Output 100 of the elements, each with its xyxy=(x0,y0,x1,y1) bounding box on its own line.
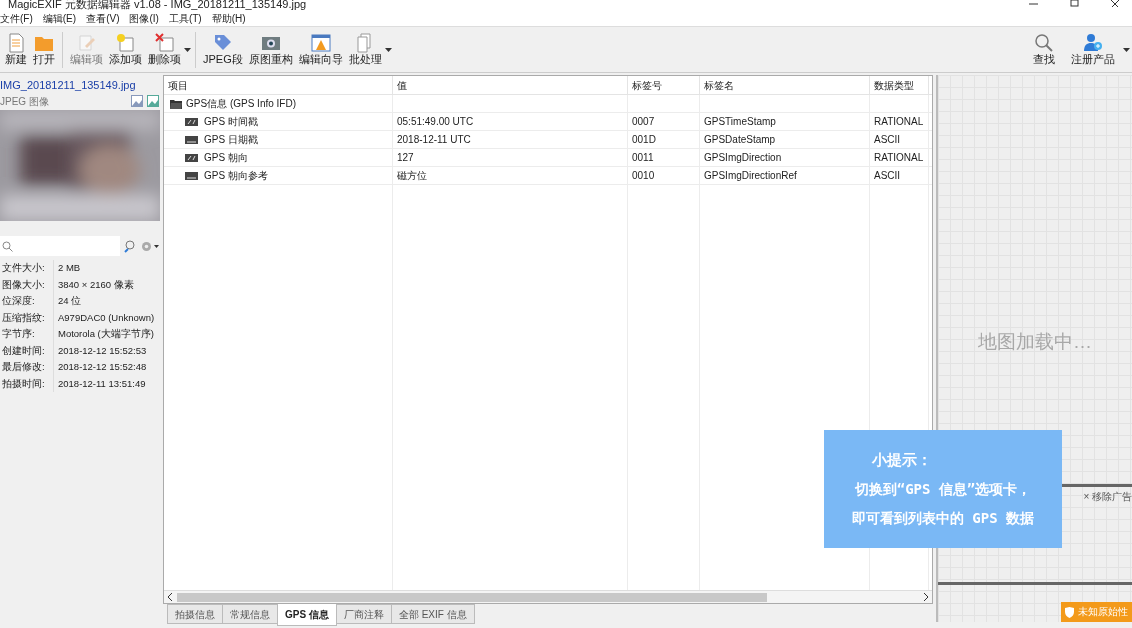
column-header[interactable]: 项目 xyxy=(164,76,393,94)
info-value: 24 位 xyxy=(57,294,83,308)
table-cell-text: 磁方位 xyxy=(397,169,427,183)
info-label: 拍摄时间: xyxy=(0,375,54,392)
info-label: 位深度: xyxy=(0,293,54,310)
info-label: 最后修改: xyxy=(0,359,54,376)
number-type-icon xyxy=(185,153,198,162)
user-add-icon xyxy=(1083,33,1103,53)
info-value: Motorola (大端字节序) xyxy=(57,327,155,341)
image-icon[interactable] xyxy=(131,95,143,107)
info-value: 2018-12-12 15:52:53 xyxy=(57,343,148,358)
toolbar-button[interactable]: 原图重构 xyxy=(245,28,296,71)
tab[interactable]: 拍摄信息 xyxy=(167,604,223,624)
table-cell-text: 2018-12-11 UTC xyxy=(397,133,471,147)
settings-icon[interactable] xyxy=(141,240,159,252)
minimize-icon[interactable] xyxy=(1029,0,1038,7)
table-cell-text: GPSImgDirectionRef xyxy=(704,169,797,183)
menu-item[interactable]: 查看(V) xyxy=(81,10,125,26)
tip-text: 切换到“GPS 信息”选项卡， xyxy=(853,480,1033,500)
column-header[interactable]: 值 xyxy=(393,76,628,94)
search-icon xyxy=(1034,33,1054,53)
tag-icon xyxy=(212,33,233,53)
tab[interactable]: 常规信息 xyxy=(222,604,278,624)
column-header[interactable]: 数据类型 xyxy=(870,76,929,94)
table-cell-text: RATIONAL xyxy=(874,115,924,129)
toolbar-button[interactable]: 注册产品 xyxy=(1063,28,1123,71)
toolbar-button[interactable]: 查找 xyxy=(1025,28,1063,71)
info-label: 字节序: xyxy=(0,326,54,343)
table-cell-text: ASCII xyxy=(874,169,901,183)
menu-item[interactable]: 图像(I) xyxy=(124,10,164,26)
table-cell-text: GPSImgDirection xyxy=(704,151,782,165)
toolbar-button[interactable]: 打开 xyxy=(30,28,58,71)
table-cell-text: GPS 朝向 xyxy=(204,151,248,165)
info-value: 2018-12-12 15:52:48 xyxy=(57,360,148,374)
toolbar-button[interactable]: 批处理 xyxy=(345,28,385,71)
scrollbar-thumb[interactable] xyxy=(177,592,767,602)
find-user-icon[interactable] xyxy=(124,239,137,253)
info-label: 压缩指纹: xyxy=(0,309,54,326)
image-icon[interactable] xyxy=(147,95,159,107)
text-type-icon xyxy=(185,135,198,144)
tab[interactable]: GPS 信息 xyxy=(277,604,337,626)
close-icon[interactable] xyxy=(1111,0,1120,7)
file-name-link[interactable]: IMG_20181211_135149.jpg xyxy=(0,77,163,93)
menu-item[interactable]: 编辑(E) xyxy=(37,10,82,26)
info-label: 文件大小: xyxy=(0,260,54,277)
tab[interactable]: 厂商注释 xyxy=(335,604,392,624)
file-type-label: JPEG 图像 xyxy=(0,94,50,109)
add-document-icon xyxy=(115,33,136,53)
tab[interactable]: 全部 EXIF 信息 xyxy=(390,604,475,624)
search-field[interactable] xyxy=(0,236,120,256)
toolbar-button[interactable]: 新建 xyxy=(2,28,30,71)
table-cell-text: 0011 xyxy=(632,151,654,165)
restore-icon[interactable] xyxy=(1070,0,1079,7)
menu-item[interactable]: 工具(T) xyxy=(163,10,207,26)
toolbar-button[interactable]: JPEG段 xyxy=(200,28,246,71)
shield-icon xyxy=(1065,606,1074,618)
table-cell-text: 0007 xyxy=(632,115,655,129)
table-row[interactable]: GPS 时间戳 05:51:49.00 UTC 0007 GPSTimeStamp RATIONAL xyxy=(164,113,932,131)
toolbar-button[interactable]: 添加项 xyxy=(106,28,145,71)
table-cell-text: 0010 xyxy=(632,169,655,183)
menu-item[interactable]: 文件(F) xyxy=(0,10,38,26)
edit-document-icon xyxy=(76,33,97,53)
info-label: 图像大小: xyxy=(0,276,54,293)
info-value: 2018-12-11 13:51:49 xyxy=(57,376,147,391)
toolbar-button[interactable]: 删除项 xyxy=(145,28,184,71)
table-row[interactable]: GPS 日期戳 2018-12-11 UTC 001D GPSDateStamp ASCII xyxy=(164,131,932,149)
search-icon xyxy=(2,240,13,252)
info-value: 2 MB xyxy=(57,261,82,275)
table-cell-text: 127 xyxy=(397,151,414,165)
delete-document-icon xyxy=(154,33,175,53)
caret-icon[interactable] xyxy=(1123,47,1130,52)
table-cell-text: GPSTimeStamp xyxy=(704,115,776,129)
table-cell-text: ASCII xyxy=(874,133,901,147)
menu-item[interactable]: 帮助(H) xyxy=(206,10,251,26)
table-cell-text: GPS 朝向参考 xyxy=(204,169,268,183)
new-document-icon xyxy=(6,33,26,53)
tip-text: 即可看到列表中的 GPS 数据 xyxy=(850,509,1036,529)
wizard-icon xyxy=(310,33,331,53)
number-type-icon xyxy=(185,117,198,126)
column-header[interactable]: 标签名 xyxy=(700,76,870,94)
info-value: 3840 × 2160 像素 xyxy=(57,277,135,292)
caret-icon[interactable] xyxy=(184,47,191,52)
table-cell-text: GPS 时间戳 xyxy=(204,115,258,129)
tip-title: 小提示： xyxy=(871,449,933,471)
table-cell-text: RATIONAL xyxy=(874,151,924,165)
table-cell-text: GPS 日期戳 xyxy=(204,133,258,147)
table-row[interactable]: GPS 朝向参考 磁方位 0010 GPSImgDirectionRef ASCII xyxy=(164,167,932,185)
tree-row[interactable]: GPS信息 (GPS Info IFD) xyxy=(164,95,932,113)
column-header[interactable]: 标签号 xyxy=(628,76,700,94)
map-loading-text: 地图加载中… xyxy=(978,330,1092,354)
table-row[interactable]: GPS 朝向 127 0011 GPSImgDirection RATIONAL xyxy=(164,149,932,167)
group-label: GPS信息 (GPS Info IFD) xyxy=(186,97,297,111)
toolbar-button[interactable]: 编辑向导 xyxy=(295,28,346,71)
table-cell-text: 001D xyxy=(632,133,656,147)
info-label: 创建时间: xyxy=(0,342,54,359)
text-type-icon xyxy=(185,171,198,180)
remove-ad-link[interactable]: × 移除广告 xyxy=(1083,489,1132,504)
caret-icon[interactable] xyxy=(384,47,392,52)
table-cell-text: 05:51:49.00 UTC xyxy=(397,115,474,129)
table-cell-text: GPSDateStamp xyxy=(704,133,776,147)
